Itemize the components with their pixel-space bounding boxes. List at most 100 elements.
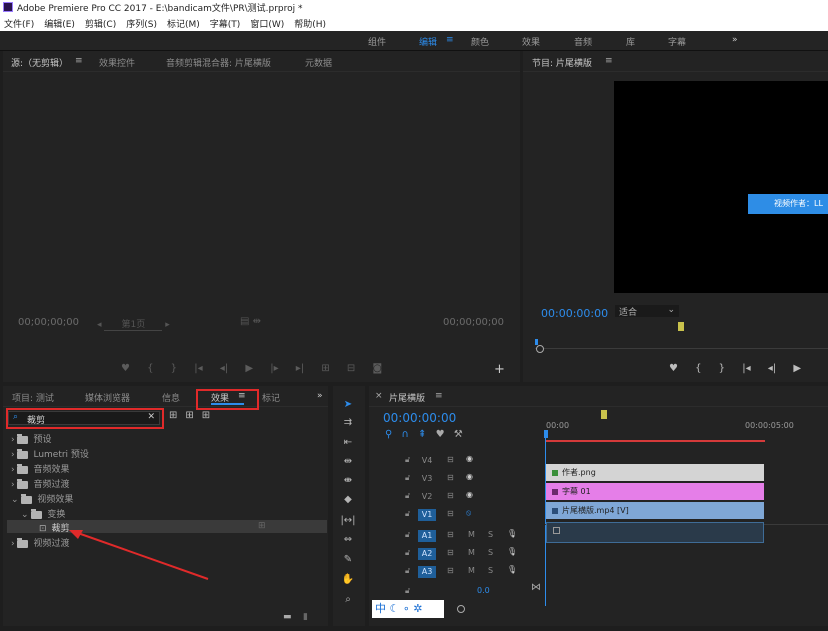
workspace-overflow-button[interactable]: » bbox=[732, 35, 738, 45]
lock-icon[interactable]: 🔓︎ bbox=[405, 566, 410, 576]
workspace-editing[interactable]: 编辑 bbox=[419, 35, 437, 48]
menu-edit[interactable]: 编辑(E) bbox=[44, 17, 75, 30]
rate-stretch-tool-icon[interactable]: ⇼ bbox=[340, 475, 356, 489]
solo-button[interactable]: S bbox=[488, 548, 493, 557]
clip-v1[interactable]: 片尾横版.mp4 [V] bbox=[546, 502, 764, 519]
tab-source[interactable]: 源:（无剪辑） bbox=[11, 56, 68, 69]
lock-icon[interactable]: 🔓︎ bbox=[405, 530, 410, 540]
zoom-scroll-handle[interactable] bbox=[457, 605, 465, 613]
ripple-edit-tool-icon[interactable]: ⇤ bbox=[340, 437, 356, 451]
microphone-icon[interactable]: 🎙︎ bbox=[507, 565, 517, 574]
track-label-v2[interactable]: V2 bbox=[418, 491, 436, 503]
work-area-bar[interactable] bbox=[546, 440, 765, 442]
eye-icon[interactable]: ◉ bbox=[466, 472, 473, 481]
zoom-label: 第1页 bbox=[104, 317, 163, 331]
tab-menu-icon[interactable]: ≡ bbox=[75, 56, 83, 66]
workspace-effects[interactable]: 效果 bbox=[522, 35, 540, 48]
source-transport-controls[interactable]: ♥ { } |◂ ◂| ▶ |▸ ▸| ⊞ ⊟ ◙ bbox=[121, 363, 382, 374]
workspace-libraries[interactable]: 库 bbox=[626, 35, 635, 48]
sync-icon[interactable]: ⊟ bbox=[447, 509, 454, 518]
timeline-timecode[interactable]: 00:00:00:00 bbox=[383, 411, 456, 425]
eye-icon[interactable]: ◉ bbox=[466, 490, 473, 499]
menu-sequence[interactable]: 序列(S) bbox=[126, 17, 157, 30]
program-scrub-bar[interactable] bbox=[535, 348, 828, 349]
eye-icon[interactable]: ◉ bbox=[466, 454, 473, 463]
sequence-menu-icon[interactable]: ≡ bbox=[435, 391, 443, 401]
tab-sequence[interactable]: 片尾横版 bbox=[389, 391, 425, 404]
source-zoom-select[interactable]: ◂ 第1页 ▸ bbox=[97, 317, 170, 331]
lock-icon[interactable]: 🔓︎ bbox=[405, 509, 410, 519]
sync-icon[interactable]: ⊟ bbox=[447, 473, 454, 482]
sync-icon[interactable]: ⊟ bbox=[447, 491, 454, 500]
menu-title[interactable]: 字幕(T) bbox=[210, 17, 241, 30]
razor-tool-icon[interactable]: ◆ bbox=[340, 494, 356, 508]
lock-icon[interactable]: 🔓︎ bbox=[405, 455, 410, 465]
selection-tool-icon[interactable]: ➤ bbox=[340, 399, 356, 413]
track-label-v3[interactable]: V3 bbox=[418, 473, 436, 485]
tab-effect-controls[interactable]: 效果控件 bbox=[99, 56, 135, 69]
trash-icon[interactable]: ▮ bbox=[303, 612, 308, 622]
close-tab-icon[interactable]: × bbox=[375, 391, 383, 401]
program-video-frame[interactable]: 视频作者：LL bbox=[614, 81, 828, 293]
fit-value: 适合 bbox=[619, 308, 638, 318]
ime-toolbar[interactable]: 中 ☾ ∘ ✲ bbox=[372, 600, 444, 618]
track-label-a3[interactable]: A3 bbox=[418, 566, 436, 578]
menu-window[interactable]: 窗口(W) bbox=[250, 17, 284, 30]
track-label-a2[interactable]: A2 bbox=[418, 548, 436, 560]
sync-icon[interactable]: ⊟ bbox=[447, 548, 454, 557]
lock-icon[interactable]: 🔓︎ bbox=[405, 548, 410, 558]
solo-button[interactable]: S bbox=[488, 566, 493, 575]
workspace-audio[interactable]: 音频 bbox=[574, 35, 592, 48]
timeline-snap-tools[interactable]: ⚲ ∩ ⇞ ♥ ⚒ bbox=[385, 429, 463, 440]
lock-icon[interactable]: 🔓︎ bbox=[405, 473, 410, 483]
sync-icon[interactable]: ⊟ bbox=[447, 455, 454, 464]
tab-metadata[interactable]: 元数据 bbox=[305, 56, 332, 69]
pen-tool-icon[interactable]: ✎ bbox=[340, 554, 356, 568]
hand-tool-icon[interactable]: ✋ bbox=[340, 574, 356, 588]
workspace-menu-icon[interactable]: ≡ bbox=[446, 35, 454, 45]
playhead-handle[interactable] bbox=[544, 430, 548, 438]
mute-button[interactable]: M bbox=[468, 548, 475, 557]
solo-button[interactable]: S bbox=[488, 530, 493, 539]
workspace-color[interactable]: 颜色 bbox=[471, 35, 489, 48]
fit-dropdown[interactable]: 适合 ⌄ bbox=[615, 305, 679, 318]
rolling-edit-tool-icon[interactable]: ⇹ bbox=[340, 456, 356, 470]
clip-a1[interactable] bbox=[546, 522, 764, 543]
new-folder-icon[interactable]: ▬ bbox=[283, 612, 292, 622]
program-menu-icon[interactable]: ≡ bbox=[605, 56, 613, 66]
tab-program[interactable]: 节目: 片尾横版 bbox=[532, 56, 592, 69]
menu-help[interactable]: 帮助(H) bbox=[294, 17, 326, 30]
track-label-a1[interactable]: A1 bbox=[418, 530, 436, 542]
sync-icon[interactable]: ⊟ bbox=[447, 530, 454, 539]
menu-marker[interactable]: 标记(M) bbox=[167, 17, 200, 30]
track-label-v1[interactable]: V1 bbox=[418, 509, 436, 521]
eye-off-icon[interactable]: ⦸ bbox=[466, 508, 471, 518]
menu-bar: 文件(F) 编辑(E) 剪辑(C) 序列(S) 标记(M) 字幕(T) 窗口(W… bbox=[0, 14, 828, 32]
zoom-tool-icon[interactable]: ⌕ bbox=[340, 594, 356, 608]
workspace-assembly[interactable]: 组件 bbox=[368, 35, 386, 48]
clip-v3[interactable]: 作者.png bbox=[546, 464, 764, 481]
program-timecode[interactable]: 00:00:00:00 bbox=[541, 307, 608, 320]
clip-v2[interactable]: 字幕 01 bbox=[546, 483, 764, 500]
master-volume-value[interactable]: 0.0 bbox=[477, 586, 490, 595]
menu-clip[interactable]: 剪辑(C) bbox=[85, 17, 116, 30]
microphone-icon[interactable]: 🎙︎ bbox=[507, 529, 517, 538]
chevron-down-icon: ⌄ bbox=[667, 305, 675, 315]
mute-button[interactable]: M bbox=[468, 566, 475, 575]
track-select-tool-icon[interactable]: ⇉ bbox=[340, 417, 356, 431]
slide-tool-icon[interactable]: ⇔ bbox=[340, 534, 356, 548]
sync-icon[interactable]: ⊟ bbox=[447, 566, 454, 575]
workspace-titles[interactable]: 字幕 bbox=[668, 35, 686, 48]
menu-file[interactable]: 文件(F) bbox=[4, 17, 34, 30]
program-transport-controls[interactable]: ♥ { } |◂ ◂| ▶ bbox=[669, 363, 801, 374]
source-add-button-icon[interactable]: + bbox=[494, 362, 505, 377]
scrub-handle[interactable] bbox=[536, 345, 544, 353]
lock-icon[interactable]: 🔓︎ bbox=[405, 491, 410, 501]
source-tabs: 源:（无剪辑） ≡ 效果控件 音频剪辑混合器: 片尾横版 元数据 bbox=[3, 51, 520, 72]
track-label-v4[interactable]: V4 bbox=[418, 455, 436, 467]
source-settings-icon[interactable]: ▤ ⇹ bbox=[240, 316, 261, 327]
slip-tool-icon[interactable]: |↔| bbox=[340, 515, 356, 529]
mute-button[interactable]: M bbox=[468, 530, 475, 539]
microphone-icon[interactable]: 🎙︎ bbox=[507, 547, 517, 556]
tab-audio-clip-mixer[interactable]: 音频剪辑混合器: 片尾横版 bbox=[166, 56, 271, 69]
